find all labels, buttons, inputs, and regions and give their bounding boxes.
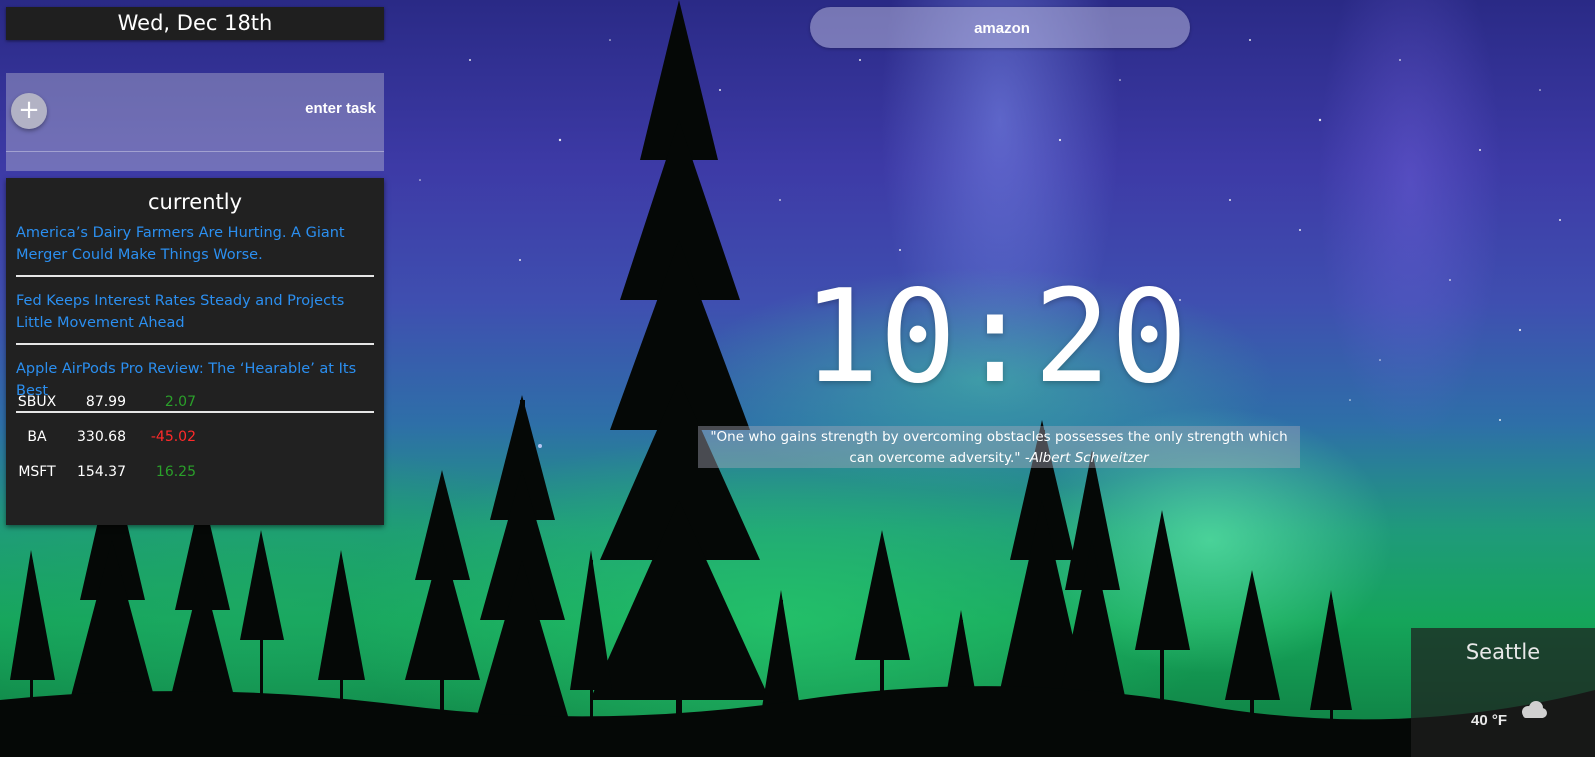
stock-row: MSFT 154.37 16.25: [16, 454, 196, 489]
weather-temperature: 40 °F: [1471, 712, 1508, 729]
stock-change: 2.07: [164, 393, 196, 410]
news-link[interactable]: America’s Dairy Farmers Are Hurting. A G…: [16, 225, 345, 263]
stock-symbol: BA: [27, 428, 47, 445]
news-link[interactable]: Fed Keeps Interest Rates Steady and Proj…: [16, 293, 344, 331]
task-panel: +: [6, 73, 384, 171]
news-item: America’s Dairy Farmers Are Hurting. A G…: [16, 218, 374, 277]
stock-price: 87.99: [85, 393, 126, 410]
search-bar: [810, 7, 1194, 50]
currently-title: currently: [147, 190, 243, 214]
stock-symbol: MSFT: [18, 463, 56, 480]
stock-change: -45.02: [150, 428, 196, 445]
weather-widget: Seattle 40 °F: [1411, 628, 1595, 757]
weather-city: Seattle: [1465, 640, 1541, 664]
stock-change: 16.25: [155, 463, 196, 480]
stock-symbol: SBUX: [17, 393, 57, 410]
date-display: Wed, Dec 18th: [6, 7, 384, 40]
task-input[interactable]: [134, 97, 378, 119]
currently-panel: currently America’s Dairy Farmers Are Hu…: [6, 178, 384, 525]
stock-row: SBUX 87.99 2.07: [16, 384, 196, 419]
news-item: Fed Keeps Interest Rates Steady and Proj…: [16, 286, 374, 345]
clock-display: 10:20: [802, 263, 1188, 412]
quote-author: -Albert Schweitzer: [1024, 450, 1149, 466]
stock-list: SBUX 87.99 2.07 BA 330.68 -45.02 MSFT 15…: [16, 384, 196, 489]
cloud-icon: [1522, 701, 1547, 718]
stock-price: 154.37: [77, 463, 126, 480]
quote-box: "One who gains strength by overcoming ob…: [698, 426, 1300, 468]
stock-price: 330.68: [77, 428, 126, 445]
stock-row: BA 330.68 -45.02: [16, 419, 196, 454]
task-divider: [6, 151, 384, 152]
quote-text: "One who gains strength by overcoming ob…: [710, 429, 1288, 466]
search-input[interactable]: [810, 7, 1194, 50]
add-task-button[interactable]: +: [11, 93, 47, 129]
